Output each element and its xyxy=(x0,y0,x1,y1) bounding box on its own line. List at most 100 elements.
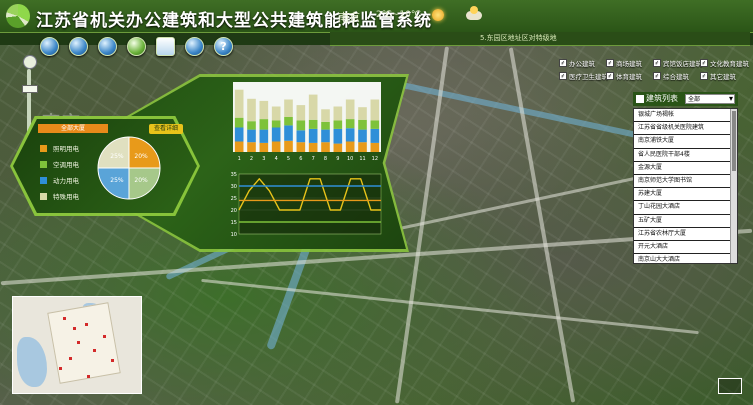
bar-segment xyxy=(271,141,281,152)
list-item[interactable]: 江苏省省级机关医院建筑 xyxy=(634,122,737,136)
bar-x-tick-label: 1 xyxy=(238,156,241,162)
bar-segment xyxy=(358,142,367,152)
checkbox-check-icon[interactable]: ✓ xyxy=(700,72,708,80)
bar-segment xyxy=(271,127,281,142)
legend-label: 特殊用电 xyxy=(53,193,79,201)
bar-x-tick-label: 2 xyxy=(250,156,253,162)
checkbox-check-icon[interactable]: ✓ xyxy=(606,59,614,67)
minimap-marker xyxy=(87,375,90,378)
overview-minimap[interactable] xyxy=(12,296,142,394)
road xyxy=(508,47,576,403)
list-item[interactable]: 丁山花园大酒店 xyxy=(634,201,737,215)
bar-segment xyxy=(284,99,293,117)
list-item[interactable]: 五矿大厦 xyxy=(634,215,737,228)
bar-segment xyxy=(321,129,330,143)
bar-segment xyxy=(370,120,380,129)
filter-checkbox[interactable]: ✓ 医疗卫生建筑 xyxy=(559,71,608,81)
bar-segment xyxy=(234,89,244,118)
bar-segment xyxy=(296,120,306,131)
bar-segment xyxy=(296,142,306,152)
cloudy-icon xyxy=(466,6,482,20)
line-y-tick-label: 20 xyxy=(231,208,237,214)
checkbox-check-icon[interactable]: ✓ xyxy=(606,72,614,80)
bar-segment xyxy=(321,109,330,122)
bar-segment xyxy=(271,120,281,128)
recycle-logo-icon xyxy=(6,4,30,28)
building-category-select[interactable]: 全部 xyxy=(685,94,735,104)
building-list: 银城广场褐帐 江苏省省级机关医院建筑 南京浦铁大厦 省人民医院干部4楼 金源大厦… xyxy=(633,108,738,264)
minimap-marker xyxy=(93,349,96,352)
legend-item: 照明用电 xyxy=(40,140,79,156)
header-bar: 江苏省机关办公建筑和大型公共建筑能耗监管系统 南京 2℃~10℃ xyxy=(0,0,753,33)
filter-checkbox[interactable]: ✓ 文化教育建筑 xyxy=(700,58,749,68)
minimap-district xyxy=(47,302,121,384)
bar-segment xyxy=(358,129,367,143)
minimap-marker xyxy=(103,335,106,338)
building-list-panel: 建筑列表 全部 银城广场褐帐 江苏省省级机关医院建筑 南京浦铁大厦 省人民医院干… xyxy=(633,92,738,264)
monitor-icon[interactable] xyxy=(69,37,88,56)
bar-segment xyxy=(308,128,318,143)
list-item[interactable]: 省人民医院干部4楼 xyxy=(634,149,737,162)
search-icon[interactable] xyxy=(98,37,117,56)
checkbox-check-icon[interactable]: ✓ xyxy=(700,59,708,67)
bar-segment xyxy=(333,106,343,121)
line-y-tick-label: 35 xyxy=(231,172,237,178)
list-item[interactable]: 银城广场褐帐 xyxy=(634,109,737,123)
bar-segment xyxy=(345,99,355,120)
document-icon[interactable] xyxy=(156,37,175,56)
checkbox-check-icon[interactable]: ✓ xyxy=(559,72,567,80)
bar-segment xyxy=(370,142,380,152)
line-y-tick-label: 25 xyxy=(231,196,237,202)
legend-item: 空调用电 xyxy=(40,156,79,172)
filter-checkbox[interactable]: ✓ 体育建筑 xyxy=(606,71,642,81)
pan-knob-icon[interactable] xyxy=(23,55,37,69)
filter-checkbox[interactable]: ✓ 办公建筑 xyxy=(559,58,595,68)
app-title: 江苏省机关办公建筑和大型公共建筑能耗监管系统 xyxy=(36,11,432,31)
legend-label: 照明用电 xyxy=(53,145,79,153)
bar-segment xyxy=(333,128,343,144)
bar-segment xyxy=(234,127,244,142)
home-icon[interactable] xyxy=(127,37,146,56)
list-scrollbar[interactable] xyxy=(730,109,737,263)
building-list-title: 建筑列表 xyxy=(646,94,678,103)
list-item[interactable]: 南京师范大学图书馆 xyxy=(634,175,737,189)
camera-icon[interactable] xyxy=(185,37,204,56)
legend-swatch xyxy=(40,144,47,152)
bar-segment xyxy=(345,128,355,142)
bar-segment xyxy=(308,119,318,129)
checkbox-check-icon[interactable]: ✓ xyxy=(559,59,567,67)
sub-status-text: 5.东园区地址区对特级地 xyxy=(480,34,557,42)
minimap-marker xyxy=(111,359,114,362)
bar-segment xyxy=(370,99,380,121)
sun-icon xyxy=(432,9,444,21)
legend-swatch xyxy=(40,176,47,184)
list-item[interactable]: 南京山大大酒店 xyxy=(634,254,737,263)
globe-icon[interactable] xyxy=(40,37,59,56)
zoom-slider-handle[interactable] xyxy=(22,85,38,93)
weather-city: 南京 xyxy=(338,11,360,24)
filter-checkbox[interactable]: ✓ 其它建筑 xyxy=(700,71,736,81)
view-detail-button[interactable]: 查看详细 xyxy=(149,124,183,134)
fullscreen-button[interactable] xyxy=(718,378,742,394)
list-item[interactable]: 南京浦铁大厦 xyxy=(634,135,737,149)
list-item[interactable]: 苏建大厦 xyxy=(634,188,737,202)
filter-checkbox[interactable]: ✓ 综合建筑 xyxy=(653,71,689,81)
filter-checkbox[interactable]: ✓ 宾馆饭店建筑 xyxy=(653,58,702,68)
minimap-marker xyxy=(63,317,66,320)
building-type-filter: ✓ 办公建筑 ✓ 商场建筑 ✓ 宾馆饭店建筑 ✓ 文化教育建筑 ✓ 医疗卫生建筑 ✓ 体育建… xyxy=(559,56,749,82)
list-item[interactable]: 金源大厦 xyxy=(634,162,737,175)
bar-segment xyxy=(247,142,256,152)
sub-status-bar: 5.东园区地址区对特级地 xyxy=(330,32,750,46)
minimap-marker xyxy=(77,341,80,344)
line-y-tick-label: 15 xyxy=(231,220,237,226)
minimap-water xyxy=(17,337,47,387)
pie-slice-label: 20% xyxy=(134,153,148,160)
bar-segment xyxy=(284,125,293,141)
list-item[interactable]: 江苏省农林厅大厦 xyxy=(634,228,737,241)
list-item[interactable]: 开元大酒店 xyxy=(634,241,737,255)
checkbox-check-icon[interactable]: ✓ xyxy=(653,59,661,67)
filter-checkbox[interactable]: ✓ 商场建筑 xyxy=(606,58,642,68)
help-icon[interactable]: ? xyxy=(214,37,233,56)
trend-line-chart: 35 30 25 20 15 10 xyxy=(231,172,382,238)
checkbox-check-icon[interactable]: ✓ xyxy=(653,72,661,80)
